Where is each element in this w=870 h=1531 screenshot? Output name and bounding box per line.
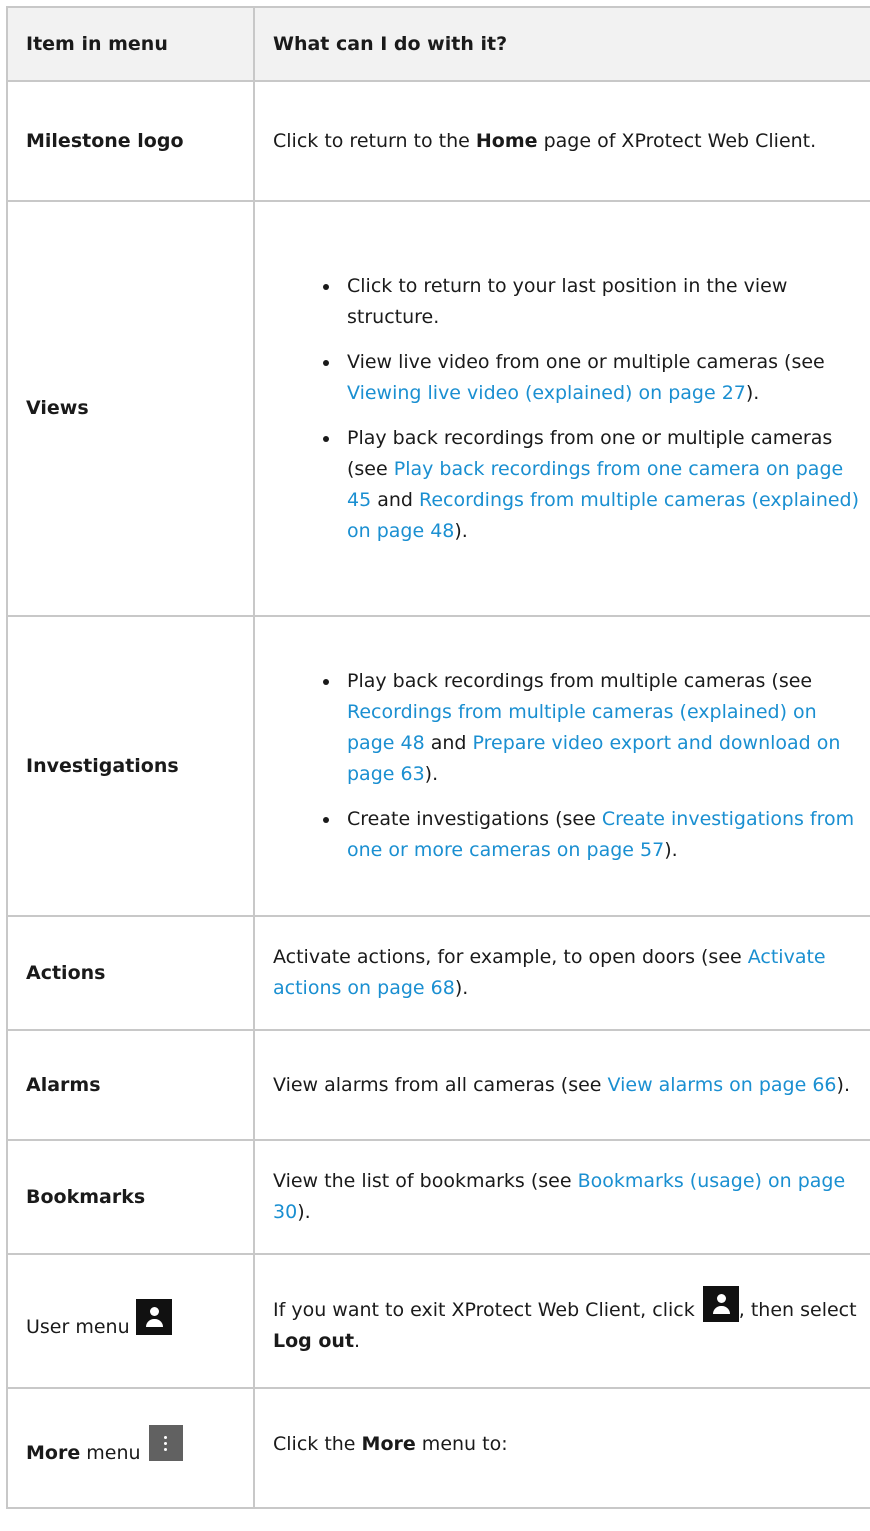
- text: ).: [454, 977, 469, 999]
- text: ).: [745, 381, 760, 404]
- row-item-label: Bookmarks: [6, 1139, 255, 1255]
- text: menu to:: [415, 1433, 508, 1455]
- row-item-label: Alarms: [6, 1029, 255, 1141]
- text: View live video from one or multiple cam…: [347, 350, 825, 373]
- row-item-label: User menu: [6, 1253, 255, 1389]
- bold-text: Log out: [273, 1329, 355, 1352]
- text: and: [424, 732, 473, 754]
- text: Activate actions, for example, to open d…: [273, 946, 748, 968]
- table-header-row: Item in menu What can I do with it?: [6, 6, 870, 82]
- text: ).: [836, 1073, 850, 1096]
- list-item: Play back recordings from multiple camer…: [323, 666, 868, 790]
- row-description: Click to return to your last position in…: [253, 200, 870, 617]
- more-vertical-icon: [148, 1425, 183, 1461]
- text: View the list of bookmarks (see: [273, 1170, 578, 1192]
- user-icon: [702, 1285, 739, 1322]
- row-item-label: Views: [6, 200, 255, 617]
- row-description: Play back recordings from multiple camer…: [253, 615, 870, 917]
- table-row-investigations: Investigations Play back recordings from…: [6, 615, 870, 917]
- bullet-list: Click to return to your last position in…: [273, 271, 868, 547]
- table-row-views: Views Click to return to your last posit…: [6, 200, 870, 617]
- text: Click the: [273, 1433, 362, 1455]
- table-row-bookmarks: Bookmarks View the list of bookmarks (se…: [6, 1139, 870, 1255]
- header-item-in-menu: Item in menu: [6, 6, 255, 82]
- text: menu: [80, 1442, 141, 1464]
- bullet-list: Play back recordings from multiple camer…: [273, 666, 868, 866]
- row-description: Click the More menu to:: [253, 1387, 870, 1509]
- menu-items-table: Item in menu What can I do with it? Mile…: [6, 6, 870, 1509]
- row-description: View the list of bookmarks (see Bookmark…: [253, 1139, 870, 1255]
- table-row-actions: Actions Activate actions, for example, t…: [6, 915, 870, 1031]
- text: ).: [454, 519, 468, 542]
- text: ).: [664, 839, 678, 861]
- row-item-label: More menu: [6, 1387, 255, 1509]
- list-item: Create investigations (see Create invest…: [323, 804, 868, 866]
- text: .: [354, 1329, 361, 1352]
- row-description: If you want to exit XProtect Web Client,…: [253, 1253, 870, 1389]
- text: Click to return to the: [273, 129, 476, 152]
- row-description: Click to return to the Home page of XPro…: [253, 80, 870, 202]
- row-description: View alarms from all cameras (see View a…: [253, 1029, 870, 1141]
- header-what-can-i-do: What can I do with it?: [253, 6, 870, 82]
- row-item-label: Actions: [6, 915, 255, 1031]
- text: ).: [424, 763, 439, 785]
- table-row-user-menu: User menu If you want to exit XProtect W…: [6, 1253, 870, 1389]
- table-row-more-menu: More menu Click the More menu to:: [6, 1387, 870, 1509]
- text: View alarms from all cameras (see: [273, 1073, 608, 1096]
- bold-text: More: [361, 1433, 416, 1455]
- user-menu-label: User menu: [26, 1316, 130, 1338]
- text: Play back recordings from multiple camer…: [347, 670, 813, 692]
- row-description: Activate actions, for example, to open d…: [253, 915, 870, 1031]
- user-icon: [135, 1299, 172, 1335]
- list-item: Click to return to your last position in…: [323, 271, 868, 333]
- list-item: Play back recordings from one or multipl…: [323, 423, 868, 547]
- link-recordings-multiple-cameras[interactable]: Recordings from multiple cameras (explai…: [347, 489, 859, 542]
- table-row-alarms: Alarms View alarms from all cameras (see…: [6, 1029, 870, 1141]
- list-item: View live video from one or multiple cam…: [323, 347, 868, 409]
- text: Create investigations (see: [347, 808, 602, 830]
- text: Click to return to your last position in…: [347, 274, 788, 328]
- text: , then select: [738, 1298, 857, 1321]
- text: ).: [297, 1201, 311, 1223]
- link-viewing-live-video[interactable]: Viewing live video (explained) on page 2…: [347, 382, 746, 404]
- link-view-alarms[interactable]: View alarms on page 66: [608, 1074, 837, 1096]
- text: and: [371, 488, 420, 511]
- row-item-label: Investigations: [6, 615, 255, 917]
- row-item-label: Milestone logo: [6, 80, 255, 202]
- table-row-milestone-logo: Milestone logo Click to return to the Ho…: [6, 80, 870, 202]
- bold-text: Home: [475, 129, 538, 152]
- text: page of XProtect Web Client.: [537, 129, 817, 152]
- text: If you want to exit XProtect Web Client,…: [273, 1298, 701, 1321]
- more-menu-label: More: [26, 1442, 81, 1464]
